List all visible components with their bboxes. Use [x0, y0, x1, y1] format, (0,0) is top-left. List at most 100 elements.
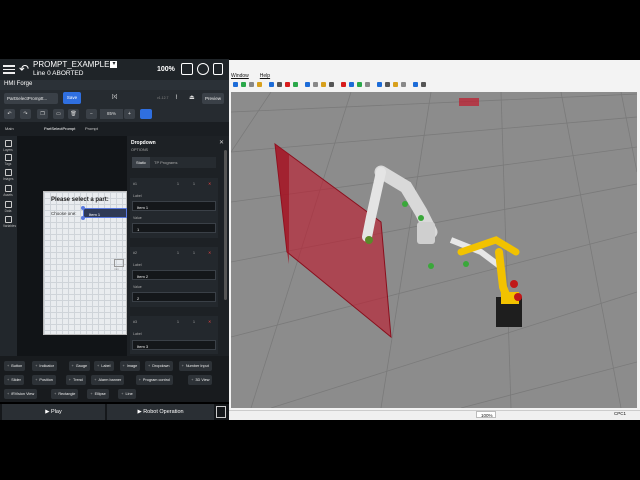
breadcrumb-prompt[interactable]: Prompt	[85, 126, 98, 131]
lock-icon[interactable]: ⏏	[189, 94, 195, 101]
toolbar-tool-icon[interactable]	[257, 82, 262, 87]
palette-irvision-view-button[interactable]: + iRVision View	[4, 389, 38, 399]
palette-slider-button[interactable]: + Slider	[4, 375, 24, 385]
resize-handle[interactable]	[81, 216, 85, 220]
tab-tp-programs[interactable]: TP Programs	[150, 157, 216, 168]
palette-image-button[interactable]: + Image	[119, 361, 141, 371]
remove-icon[interactable]: ✕	[208, 319, 211, 324]
tab-static[interactable]: Static	[132, 157, 150, 168]
palette-trend-button[interactable]: + Trend	[65, 375, 86, 385]
palette-gauge-button[interactable]: + Gauge	[68, 361, 91, 371]
toolbar-tool-icon[interactable]	[357, 82, 362, 87]
palette-program-control-button[interactable]: + Program control	[135, 375, 173, 385]
palette-alarm-banner-button[interactable]: + Alarm banner	[91, 375, 125, 385]
toolbar-tool-icon[interactable]	[377, 82, 382, 87]
palette-number-input-button[interactable]: + Number Input	[178, 361, 212, 371]
dropdown-widget[interactable]: Item 1	[83, 208, 127, 218]
toolbar-tool-icon[interactable]	[385, 82, 390, 87]
zoom-out-button[interactable]: −	[86, 109, 97, 119]
value-input[interactable]: 1	[132, 223, 216, 233]
pendant-icon[interactable]	[216, 406, 226, 418]
toolbar-tool-icon[interactable]	[277, 82, 282, 87]
save-button[interactable]: Save	[63, 92, 81, 104]
palette-label-button[interactable]: + Label	[94, 361, 114, 371]
label-input[interactable]: Item 1	[132, 201, 216, 211]
chevron-down-icon[interactable]: ▾	[110, 61, 118, 69]
move-down-button[interactable]: 1	[193, 251, 195, 255]
back-arrow-icon[interactable]: ↶	[19, 62, 29, 76]
panel-scrollbar[interactable]	[224, 150, 227, 300]
toolbar-tool-icon[interactable]	[305, 82, 310, 87]
move-up-button[interactable]: 1	[177, 320, 179, 324]
palette-line-button[interactable]: + Line	[118, 389, 136, 399]
menu-window[interactable]: Window	[231, 73, 249, 79]
palette-button-button[interactable]: + Button	[4, 361, 26, 371]
palette-3d-view-button[interactable]: +3D View	[188, 375, 213, 385]
move-down-button[interactable]: 1	[193, 182, 195, 186]
toolbar-tool-icon[interactable]	[329, 82, 334, 87]
program-name[interactable]: PROMPT_EXAMPLE ▾	[33, 60, 118, 69]
zoom-level[interactable]: 85%	[100, 109, 123, 119]
edit-icon[interactable]	[181, 63, 193, 75]
toolbar-tool-icon[interactable]	[285, 82, 290, 87]
toolbar-tool-icon[interactable]	[233, 82, 238, 87]
preview-button[interactable]: Preview	[202, 93, 224, 104]
palette-ellipse-button[interactable]: + Ellipse	[87, 389, 109, 399]
palette-position-button[interactable]: + Position	[32, 375, 56, 385]
value-input[interactable]: 2	[132, 292, 216, 302]
redo-icon[interactable]: ↷	[20, 109, 31, 119]
play-button[interactable]: ▶ Play	[2, 404, 105, 420]
breadcrumb-partselect[interactable]: PartSelectPrompt	[44, 126, 75, 131]
toolbar-tool-icon[interactable]	[421, 82, 426, 87]
toolbar-tool-icon[interactable]	[321, 82, 326, 87]
resize-handle[interactable]	[81, 206, 85, 210]
label-input[interactable]: Item 2	[132, 270, 216, 280]
robot-operation-button[interactable]: ▶ Robot Operation	[107, 404, 214, 420]
images-icon[interactable]: Images	[3, 169, 13, 181]
toolbar-tool-icon[interactable]	[349, 82, 354, 87]
menu-icon[interactable]	[3, 63, 15, 75]
tags-icon[interactable]: Tags	[3, 154, 13, 166]
layers-icon[interactable]: Layers	[3, 140, 13, 152]
toolbar-tool-icon[interactable]	[293, 82, 298, 87]
toolbar-tool-icon[interactable]	[269, 82, 274, 87]
paste-icon[interactable]: ▭	[53, 109, 64, 119]
menu-help[interactable]: Help	[260, 73, 270, 79]
pulse-icon[interactable]: ⌇	[175, 94, 178, 101]
copy-icon[interactable]: ❐	[37, 109, 48, 119]
breadcrumb-main[interactable]: Main	[5, 126, 14, 131]
3d-viewport[interactable]	[231, 92, 637, 408]
data-icon[interactable]: Data	[3, 201, 13, 213]
override-percent[interactable]: 100%	[157, 66, 175, 73]
move-down-button[interactable]: 1	[193, 320, 195, 324]
palette-indicator-button[interactable]: + Indicator	[32, 361, 57, 371]
variables-icon[interactable]: Variables	[3, 216, 16, 228]
delete-icon[interactable]: 🗑	[68, 109, 79, 119]
remove-icon[interactable]: ✕	[208, 181, 211, 186]
palette-dropdown-button[interactable]: + Dropdown	[145, 361, 173, 371]
toolbar-tool-icon[interactable]	[401, 82, 406, 87]
zoom-in-button[interactable]: +	[124, 109, 135, 119]
close-icon[interactable]: ✕	[219, 139, 224, 146]
zoom-level[interactable]: 100%	[476, 411, 496, 418]
toolbar-tool-icon[interactable]	[413, 82, 418, 87]
move-up-button[interactable]: 1	[177, 182, 179, 186]
assets-icon[interactable]: Assets	[3, 185, 13, 197]
grid-toggle-button[interactable]	[140, 109, 152, 119]
toolbar-tool-icon[interactable]	[341, 82, 346, 87]
undo-icon[interactable]: ↶	[4, 109, 15, 119]
toolbar-tool-icon[interactable]	[249, 82, 254, 87]
palette-rectangle-button[interactable]: + Rectangle	[51, 389, 79, 399]
code-icon[interactable]: [x]	[112, 94, 117, 100]
reset-icon[interactable]	[197, 63, 209, 75]
toolbar-tool-icon[interactable]	[365, 82, 370, 87]
small-widget[interactable]	[114, 259, 124, 267]
toolbar-tool-icon[interactable]	[313, 82, 318, 87]
page-select[interactable]: PartSelectPromptt...	[4, 93, 58, 104]
hand-icon[interactable]	[213, 63, 223, 75]
label-input[interactable]: Item 3	[132, 340, 216, 350]
move-up-button[interactable]: 1	[177, 251, 179, 255]
toolbar-tool-icon[interactable]	[393, 82, 398, 87]
toolbar-tool-icon[interactable]	[241, 82, 246, 87]
remove-icon[interactable]: ✕	[208, 250, 211, 255]
